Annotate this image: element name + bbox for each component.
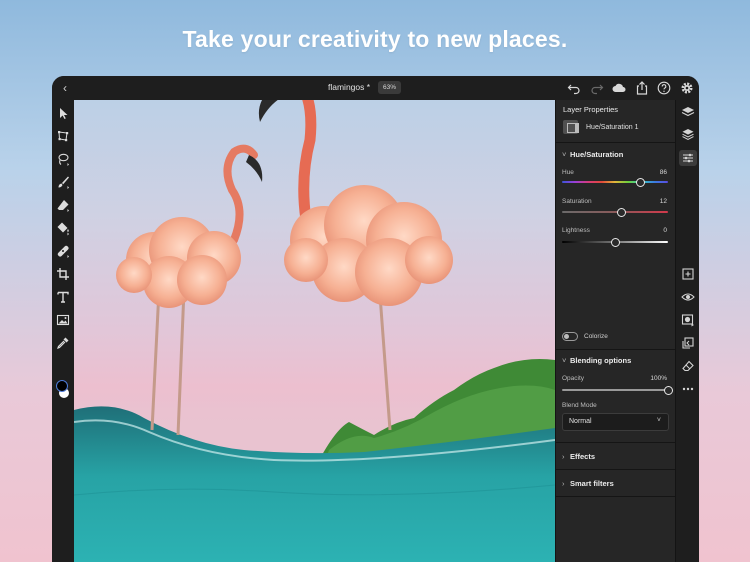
- marketing-headline: Take your creativity to new places.: [182, 26, 568, 52]
- foreground-color-swatch[interactable]: [56, 380, 68, 392]
- properties-sliders-icon[interactable]: [679, 150, 697, 166]
- eyedropper-icon[interactable]: [55, 335, 71, 351]
- chevron-down-icon: ˅: [562, 356, 567, 365]
- more-icon[interactable]: [680, 381, 696, 397]
- colorize-toggle[interactable]: [562, 332, 578, 341]
- chevron-right-icon: ›: [562, 479, 565, 488]
- divider: [556, 496, 676, 497]
- divider: [556, 142, 676, 143]
- image-icon[interactable]: [55, 312, 71, 328]
- lasso-icon[interactable]: [55, 151, 71, 167]
- undo-icon[interactable]: [566, 80, 582, 96]
- document-title: flamingos *: [328, 82, 371, 92]
- divider: [556, 349, 676, 350]
- effects-section-header[interactable]: › Effects: [562, 452, 595, 461]
- flamingo-artwork: [74, 100, 555, 562]
- saturation-value[interactable]: 12: [660, 198, 667, 205]
- help-icon[interactable]: [656, 80, 672, 96]
- transform-icon[interactable]: [55, 128, 71, 144]
- saturation-slider-thumb[interactable]: [616, 207, 626, 217]
- blend-mode-dropdown[interactable]: Normal ˅: [562, 413, 669, 431]
- add-layer-icon[interactable]: [680, 266, 696, 282]
- eraser-layer-icon[interactable]: [680, 358, 696, 374]
- select-arrow-icon[interactable]: [55, 105, 71, 121]
- clip-icon[interactable]: [680, 335, 696, 351]
- adjustment-layer-thumbnail[interactable]: [563, 120, 579, 134]
- zoom-level-badge[interactable]: 63%: [378, 81, 402, 94]
- saturation-label: Saturation: [562, 198, 592, 205]
- opacity-slider-thumb[interactable]: [663, 385, 673, 395]
- blend-mode-value: Normal: [569, 418, 592, 425]
- eraser-icon[interactable]: [55, 197, 71, 213]
- opacity-slider[interactable]: [562, 389, 668, 391]
- layer-stack-icon[interactable]: [680, 126, 696, 142]
- crop-icon[interactable]: [55, 266, 71, 282]
- hue-slider-thumb[interactable]: [635, 177, 645, 187]
- type-icon[interactable]: [55, 289, 71, 305]
- top-bar: ‹ flamingos * 63%: [52, 76, 699, 100]
- colorize-label: Colorize: [584, 333, 608, 340]
- modified-marker: *: [366, 82, 371, 92]
- cloud-icon[interactable]: [611, 80, 627, 96]
- app-window: ‹ flamingos * 63% Layer Properties Hue/S…: [52, 76, 699, 562]
- layer-properties-panel: Layer Properties Hue/Saturation 1 ˅ Hue/S…: [555, 100, 676, 562]
- saturation-slider[interactable]: [562, 211, 668, 213]
- hue-value[interactable]: 86: [660, 169, 667, 176]
- chevron-down-icon: ˅: [656, 417, 661, 424]
- hue-slider[interactable]: [562, 181, 668, 183]
- blend-mode-label: Blend Mode: [562, 402, 597, 409]
- gear-icon[interactable]: [679, 80, 695, 96]
- visibility-icon[interactable]: [680, 289, 696, 305]
- lightness-slider-thumb[interactable]: [610, 237, 620, 247]
- chevron-left-icon[interactable]: ‹: [58, 80, 72, 96]
- chevron-down-icon: ˅: [562, 150, 567, 159]
- brush-icon[interactable]: [55, 174, 71, 190]
- mask-icon[interactable]: [680, 312, 696, 328]
- fill-icon[interactable]: [55, 220, 71, 236]
- divider: [556, 469, 676, 470]
- panel-title: Layer Properties: [563, 105, 619, 114]
- hue-label: Hue: [562, 169, 574, 176]
- healing-icon[interactable]: [55, 243, 71, 259]
- right-icon-rail: [675, 100, 699, 562]
- lightness-value[interactable]: 0: [663, 227, 667, 234]
- opacity-value[interactable]: 100%: [650, 375, 667, 382]
- tools-toolbar: [52, 100, 74, 562]
- share-icon[interactable]: [634, 80, 650, 96]
- hue-saturation-section-header[interactable]: ˅ Hue/Saturation: [562, 150, 623, 159]
- image-canvas[interactable]: [74, 100, 555, 562]
- blending-options-section-header[interactable]: ˅ Blending options: [562, 356, 631, 365]
- redo-icon[interactable]: [589, 80, 605, 96]
- divider: [556, 442, 676, 443]
- smart-filters-section-header[interactable]: › Smart filters: [562, 479, 614, 488]
- lightness-label: Lightness: [562, 227, 590, 234]
- layer-name: Hue/Saturation 1: [586, 124, 639, 131]
- opacity-label: Opacity: [562, 375, 585, 382]
- layers-icon[interactable]: [680, 104, 696, 120]
- chevron-right-icon: ›: [562, 452, 565, 461]
